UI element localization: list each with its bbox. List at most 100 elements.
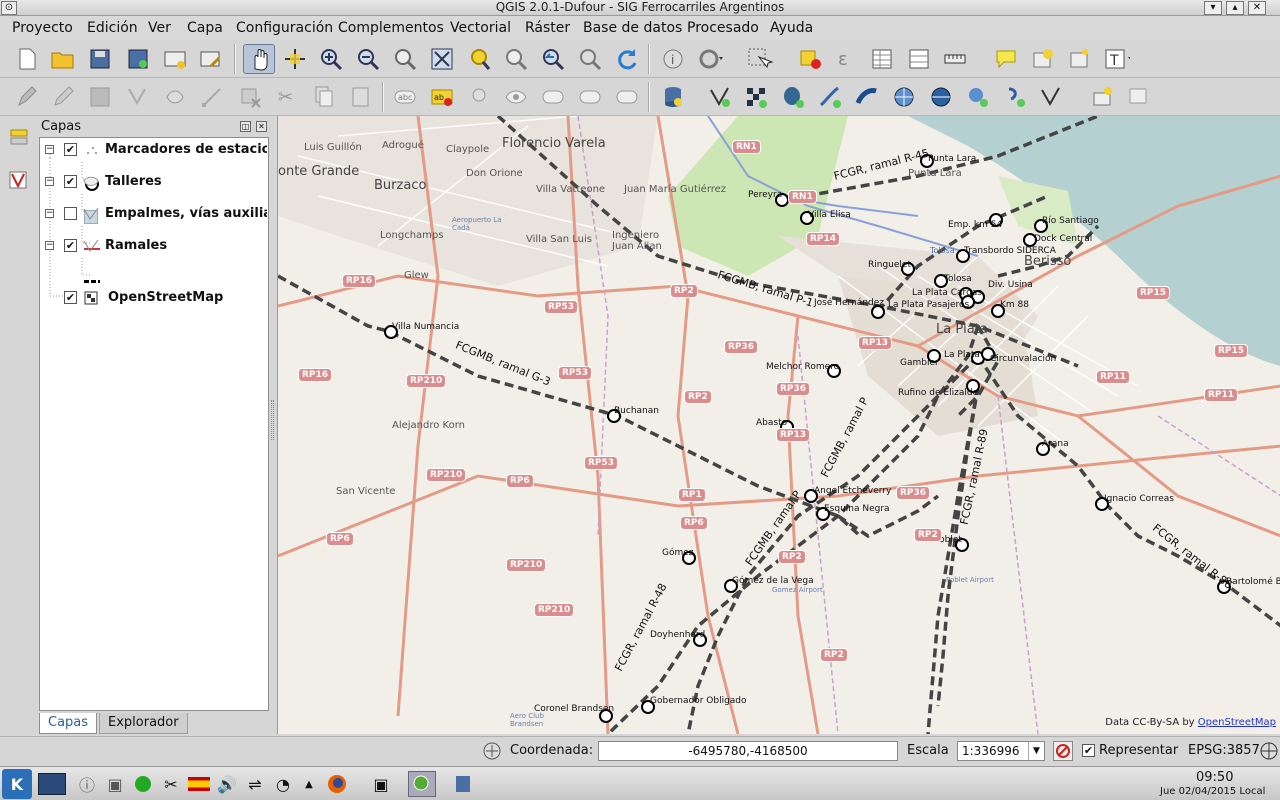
run-feature-action-icon[interactable] [697, 46, 723, 72]
zoom-full-icon[interactable] [429, 46, 455, 72]
add-delimited-text-icon[interactable] [1002, 84, 1028, 110]
layer-labeling-icon[interactable]: ab [429, 84, 455, 110]
pan-map-icon[interactable] [243, 44, 275, 74]
maximize-button[interactable]: ▴ [1226, 1, 1244, 15]
clipboard-scissors-icon[interactable]: ✂ [160, 773, 182, 795]
menu-base-de-datos[interactable]: Base de datos [583, 20, 682, 36]
menu-capa[interactable]: Capa [187, 20, 223, 36]
crs-label[interactable]: EPSG:3857 [1188, 743, 1260, 758]
measure-line-icon[interactable] [943, 46, 969, 72]
menu-edicion[interactable]: Edición [87, 20, 138, 36]
show-bookmarks-icon[interactable] [1067, 46, 1093, 72]
map-canvas[interactable]: Luis Guillón Adrogué Claypole Florencio … [277, 116, 1280, 734]
layer-visibility-checkbox[interactable]: ✔ [64, 175, 77, 188]
close-panel-button[interactable]: ✕ [256, 121, 267, 132]
render-checkbox[interactable]: ✔ [1082, 744, 1095, 757]
add-raster-layer-icon[interactable] [743, 84, 769, 110]
zoom-actual-size-icon[interactable] [392, 46, 418, 72]
zoom-last-icon[interactable] [540, 46, 566, 72]
label-tool-icon[interactable]: abc [392, 84, 418, 110]
coordinate-toggle-icon[interactable] [482, 741, 502, 761]
kde-menu-icon[interactable]: K [2, 769, 32, 799]
add-spatialite-layer-icon[interactable] [817, 84, 843, 110]
wifi-icon[interactable]: ◔ [272, 773, 294, 795]
collapse-toggle[interactable]: − [45, 177, 54, 186]
float-panel-button[interactable]: ◫ [240, 121, 251, 132]
show-hide-labels-icon[interactable] [503, 84, 529, 110]
composer-manager-icon[interactable] [198, 46, 224, 72]
zoom-in-icon[interactable] [318, 46, 344, 72]
menu-raster[interactable]: Ráster [525, 20, 570, 36]
layer-item-ramales[interactable]: − ✔ Ramales [40, 236, 268, 256]
save-edits-icon[interactable] [87, 84, 113, 110]
zoom-next-icon[interactable] [577, 46, 603, 72]
chevron-down-icon[interactable]: ▼ [1028, 742, 1044, 760]
layer-item-talleres[interactable]: − ✔ Talleres [40, 172, 268, 192]
tab-capas[interactable]: Capas [39, 713, 98, 734]
zoom-to-layer-icon[interactable] [503, 46, 529, 72]
collapse-toggle[interactable]: − [45, 209, 54, 218]
layer-item-empalmes[interactable]: − Empalmes, vías auxiliar... [40, 204, 268, 224]
add-wms-icon[interactable] [9, 128, 29, 152]
python-console-icon[interactable] [6, 168, 30, 196]
deselect-features-icon[interactable] [798, 46, 824, 72]
expression-select-icon[interactable]: ε [832, 46, 858, 72]
display-settings-icon[interactable]: ▣ [370, 773, 392, 795]
osm-link[interactable]: OpenStreetMap [1198, 717, 1276, 728]
open-project-icon[interactable] [50, 46, 76, 72]
new-bookmark-icon[interactable] [1030, 46, 1056, 72]
menu-ayuda[interactable]: Ayuda [770, 20, 813, 36]
info-icon[interactable]: ⓘ [76, 773, 98, 795]
layer-visibility-checkbox[interactable] [64, 207, 77, 220]
collapse-toggle[interactable]: − [45, 241, 54, 250]
layer-visibility-checkbox[interactable]: ✔ [64, 143, 77, 156]
menu-complementos[interactable]: Complementos [338, 20, 444, 36]
layer-visibility-checkbox[interactable]: ✔ [64, 239, 77, 252]
menu-proyecto[interactable]: Proyecto [12, 20, 73, 36]
menu-vectorial[interactable]: Vectorial [450, 20, 511, 36]
save-project-icon[interactable] [87, 46, 113, 72]
new-project-icon[interactable] [14, 46, 40, 72]
firefox-icon[interactable] [326, 773, 348, 795]
splitter-handle[interactable] [271, 400, 274, 440]
delete-selected-icon[interactable] [237, 84, 263, 110]
menu-configuracion[interactable]: Configuración [236, 20, 333, 36]
zoom-to-selection-icon[interactable] [466, 46, 492, 72]
rotate-label-icon[interactable] [577, 84, 603, 110]
db-manager-icon[interactable] [660, 84, 686, 110]
minimize-button[interactable]: ▾ [1204, 1, 1222, 15]
collapse-toggle[interactable]: − [45, 145, 54, 154]
scale-combobox[interactable]: 1:336996 ▼ [957, 741, 1045, 761]
node-tool-icon[interactable] [199, 84, 225, 110]
status-green-icon[interactable] [132, 773, 154, 795]
new-shapefile-icon[interactable] [1039, 84, 1065, 110]
new-spatialite-icon[interactable] [1090, 84, 1116, 110]
refresh-icon[interactable] [614, 46, 640, 72]
map-tips-icon[interactable] [993, 46, 1019, 72]
layer-item-marcadores[interactable]: − ✔ Marcadores de estacio... [40, 140, 268, 160]
new-print-composer-icon[interactable] [162, 46, 188, 72]
move-label-icon[interactable] [540, 84, 566, 110]
cut-features-icon[interactable]: ✂ [274, 84, 300, 110]
database-task-icon[interactable] [452, 773, 474, 795]
pan-to-selection-icon[interactable] [282, 46, 308, 72]
add-mssql-layer-icon[interactable] [854, 84, 880, 110]
save-as-icon[interactable] [125, 46, 151, 72]
add-feature-icon[interactable] [124, 84, 150, 110]
add-wfs-layer-icon[interactable] [965, 84, 991, 110]
layer-item-openstreetmap[interactable]: ✔ OpenStreetMap [40, 288, 268, 308]
desktop-pager-icon[interactable] [38, 773, 66, 795]
pin-labels-icon[interactable] [466, 84, 492, 110]
paste-features-icon[interactable] [348, 84, 374, 110]
toggle-editing-icon[interactable] [50, 84, 76, 110]
select-features-icon[interactable] [747, 46, 773, 72]
add-wms-layer-icon[interactable] [891, 84, 917, 110]
add-postgis-layer-icon[interactable] [780, 84, 806, 110]
volume-icon[interactable]: 🔊 [216, 773, 238, 795]
add-vector-layer-icon[interactable] [707, 84, 733, 110]
usb-icon[interactable]: ⇌ [244, 773, 266, 795]
qgis-task-icon[interactable] [408, 771, 436, 797]
change-label-icon[interactable] [614, 84, 640, 110]
keyboard-layout-es-icon[interactable] [188, 777, 210, 791]
statistics-icon[interactable] [906, 46, 932, 72]
